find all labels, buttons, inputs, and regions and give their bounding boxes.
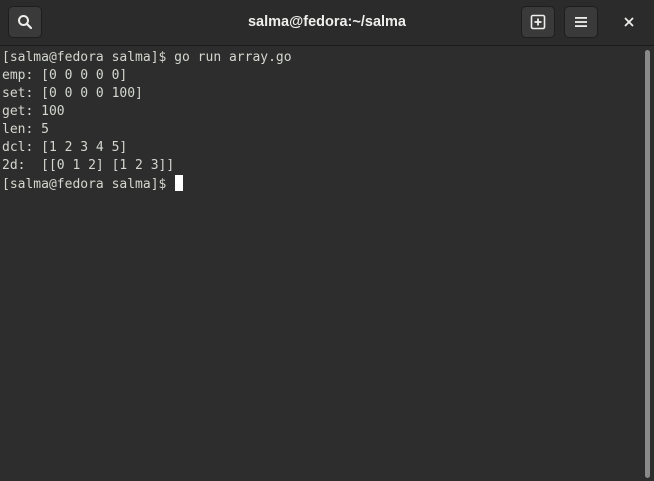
hamburger-menu-icon — [575, 17, 587, 27]
prompt-line[interactable]: [salma@fedora salma]$ — [2, 175, 642, 193]
scrollbar[interactable] — [643, 50, 651, 478]
terminal-line: len: 5 — [2, 122, 49, 137]
close-icon — [624, 17, 634, 27]
terminal-line: [salma@fedora salma]$ go run array.go — [2, 50, 292, 65]
close-button[interactable] — [613, 6, 645, 38]
terminal-output[interactable]: [salma@fedora salma]$ go run array.go em… — [0, 46, 642, 481]
text-cursor — [175, 175, 184, 191]
window-title: salma@fedora:~/salma — [247, 14, 406, 30]
terminal-line: emp: [0 0 0 0 0] — [2, 68, 128, 83]
terminal-line: dcl: [1 2 3 4 5] — [2, 140, 128, 155]
scrollbar-thumb[interactable] — [645, 50, 650, 478]
terminal-line: set: [0 0 0 0 100] — [2, 86, 143, 101]
menu-button[interactable] — [564, 6, 598, 38]
new-tab-icon — [530, 14, 546, 30]
shell-prompt: [salma@fedora salma]$ — [2, 177, 175, 192]
search-button[interactable] — [8, 6, 42, 38]
search-icon — [18, 15, 33, 30]
terminal-line: 2d: [[0 1 2] [1 2 3]] — [2, 158, 175, 173]
new-tab-button[interactable] — [521, 6, 555, 38]
terminal-line: get: 100 — [2, 104, 65, 119]
terminal-window: salma@fedora:~/salma [salma@fedora salma… — [0, 0, 654, 481]
header-bar: salma@fedora:~/salma — [0, 0, 654, 46]
